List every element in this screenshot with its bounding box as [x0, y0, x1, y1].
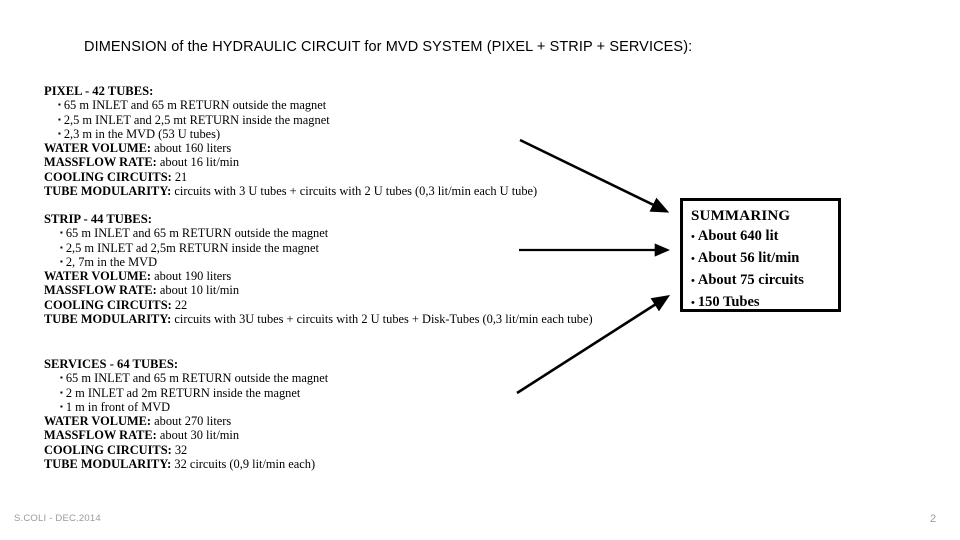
page-title: DIMENSION of the HYDRAULIC CIRCUIT for M…	[84, 39, 693, 55]
arrow-pixel-to-summary	[519, 138, 670, 213]
square-bullet-icon: ▪	[58, 114, 61, 124]
section-pixel: PIXEL - 42 TUBES: ▪ 65 m INLET and 65 m R…	[44, 84, 537, 198]
section-strip-spec-tube-modularity: TUBE MODULARITY: circuits with 3U tubes …	[44, 312, 593, 326]
summary-item-circuits: • About 75 circuits	[691, 270, 838, 292]
spec-label: MASSFLOW RATE:	[44, 428, 157, 443]
spec-value: about 160 liters	[154, 141, 232, 156]
section-pixel-spec-tube-modularity: TUBE MODULARITY: circuits with 3 U tubes…	[44, 184, 537, 198]
section-pixel-bullet-3-text: 2,3 m in the MVD (53 U tubes)	[63, 126, 221, 141]
square-bullet-icon: ▪	[60, 256, 63, 266]
spec-label: COOLING CIRCUITS:	[44, 297, 172, 312]
section-services-bullet-3-text: 1 m in front of MVD	[65, 399, 171, 414]
section-pixel-bullet-2-text: 2,5 m INLET and 2,5 mt RETURN inside the…	[63, 112, 330, 127]
section-strip-spec-cooling-circuits: COOLING CIRCUITS: 22	[44, 298, 593, 312]
round-bullet-icon: •	[691, 297, 695, 309]
spec-value: circuits with 3 U tubes + circuits with …	[174, 184, 538, 199]
section-pixel-heading: PIXEL - 42 TUBES:	[44, 84, 154, 98]
spec-value: 21	[174, 169, 188, 184]
section-services-spec-cooling-circuits: COOLING CIRCUITS: 32	[44, 443, 328, 457]
square-bullet-icon: ▪	[60, 373, 63, 383]
summary-item-massflow-rate: • About 56 lit/min	[691, 248, 838, 270]
section-strip-bullet-1-text: 65 m INLET and 65 m RETURN outside the m…	[65, 226, 329, 241]
summary-item-text: About 640 lit	[697, 228, 779, 244]
section-strip-bullet-3: ▪ 2, 7m in the MVD	[44, 255, 593, 269]
section-strip-heading: STRIP - 44 TUBES:	[44, 212, 152, 226]
spec-value: 32	[174, 442, 188, 457]
section-strip-bullet-3-text: 2, 7m in the MVD	[65, 254, 158, 269]
spec-value: circuits with 3U tubes + circuits with 2…	[174, 312, 593, 327]
section-services-spec-tube-modularity: TUBE MODULARITY: 32 circuits (0,9 lit/mi…	[44, 457, 328, 471]
round-bullet-icon: •	[691, 275, 695, 287]
section-strip-spec-massflow-rate: MASSFLOW RATE: about 10 lit/min	[44, 283, 593, 297]
square-bullet-icon: ▪	[60, 242, 63, 252]
spec-value: about 190 liters	[154, 269, 232, 284]
summary-title: SUMMARING	[691, 208, 791, 224]
spec-value: 22	[174, 297, 188, 312]
spec-label: COOLING CIRCUITS:	[44, 169, 172, 184]
section-strip-bullet-2: ▪ 2,5 m INLET ad 2,5m RETURN inside the m…	[44, 241, 593, 255]
section-pixel-spec-water-volume: WATER VOLUME: about 160 liters	[44, 141, 537, 155]
section-services-spec-water-volume: WATER VOLUME: about 270 liters	[44, 414, 328, 428]
section-strip: STRIP - 44 TUBES: ▪ 65 m INLET and 65 m R…	[44, 212, 593, 326]
spec-label: TUBE MODULARITY:	[44, 312, 172, 327]
section-services-bullet-3: ▪ 1 m in front of MVD	[44, 400, 328, 414]
square-bullet-icon: ▪	[60, 401, 63, 411]
spec-value: about 10 lit/min	[159, 283, 240, 298]
slide-canvas: DIMENSION of the HYDRAULIC CIRCUIT for M…	[0, 0, 960, 540]
section-pixel-bullet-3: ▪ 2,3 m in the MVD (53 U tubes)	[44, 127, 537, 141]
square-bullet-icon: ▪	[58, 128, 61, 138]
section-services-heading: SERVICES - 64 TUBES:	[44, 357, 179, 371]
square-bullet-icon: ▪	[60, 387, 63, 397]
round-bullet-icon: •	[691, 253, 695, 265]
section-services-bullet-1: ▪ 65 m INLET and 65 m RETURN outside the …	[44, 371, 328, 385]
spec-label: MASSFLOW RATE:	[44, 155, 157, 170]
spec-label: MASSFLOW RATE:	[44, 283, 157, 298]
section-strip-bullet-2-text: 2,5 m INLET ad 2,5m RETURN inside the ma…	[65, 240, 319, 255]
summary-item-text: 150 Tubes	[697, 294, 760, 310]
round-bullet-icon: •	[691, 231, 695, 243]
square-bullet-icon: ▪	[60, 228, 63, 238]
footer-author-date: S.COLI - DEC.2014	[14, 513, 101, 524]
spec-value: about 16 lit/min	[159, 155, 240, 170]
section-strip-spec-water-volume: WATER VOLUME: about 190 liters	[44, 269, 593, 283]
section-services-bullet-1-text: 65 m INLET and 65 m RETURN outside the m…	[65, 371, 329, 386]
section-services-bullet-2-text: 2 m INLET ad 2m RETURN inside the magnet	[65, 385, 301, 400]
square-bullet-icon: ▪	[58, 100, 61, 110]
footer-page-number: 2	[930, 513, 937, 525]
section-pixel-spec-massflow-rate: MASSFLOW RATE: about 16 lit/min	[44, 155, 537, 169]
summary-item-text: About 56 lit/min	[697, 250, 800, 266]
section-pixel-bullet-2: ▪ 2,5 m INLET and 2,5 mt RETURN inside th…	[44, 113, 537, 127]
summary-item-water-volume: • About 640 lit	[691, 226, 838, 248]
section-services-bullet-2: ▪ 2 m INLET ad 2m RETURN inside the magne…	[44, 386, 328, 400]
section-pixel-spec-cooling-circuits: COOLING CIRCUITS: 21	[44, 170, 537, 184]
summary-box: SUMMARING • About 640 lit • About 56 lit/m…	[680, 198, 841, 312]
spec-label: COOLING CIRCUITS:	[44, 442, 172, 457]
spec-label: TUBE MODULARITY:	[44, 457, 172, 472]
spec-value: 32 circuits (0,9 lit/min each)	[174, 457, 316, 472]
section-services-spec-massflow-rate: MASSFLOW RATE: about 30 lit/min	[44, 428, 328, 442]
section-pixel-bullet-1: ▪ 65 m INLET and 65 m RETURN outside the …	[44, 98, 537, 112]
section-pixel-bullet-1-text: 65 m INLET and 65 m RETURN outside the m…	[63, 98, 327, 113]
spec-label: TUBE MODULARITY:	[44, 184, 172, 199]
summary-item-tubes: • 150 Tubes	[691, 292, 838, 314]
spec-label: WATER VOLUME:	[44, 141, 152, 156]
spec-label: WATER VOLUME:	[44, 269, 152, 284]
spec-label: WATER VOLUME:	[44, 414, 152, 429]
summary-item-text: About 75 circuits	[697, 272, 804, 288]
section-services: SERVICES - 64 TUBES: ▪ 65 m INLET and 65 …	[44, 357, 328, 471]
section-strip-bullet-1: ▪ 65 m INLET and 65 m RETURN outside the …	[44, 226, 593, 240]
spec-value: about 30 lit/min	[159, 428, 240, 443]
spec-value: about 270 liters	[154, 414, 232, 429]
